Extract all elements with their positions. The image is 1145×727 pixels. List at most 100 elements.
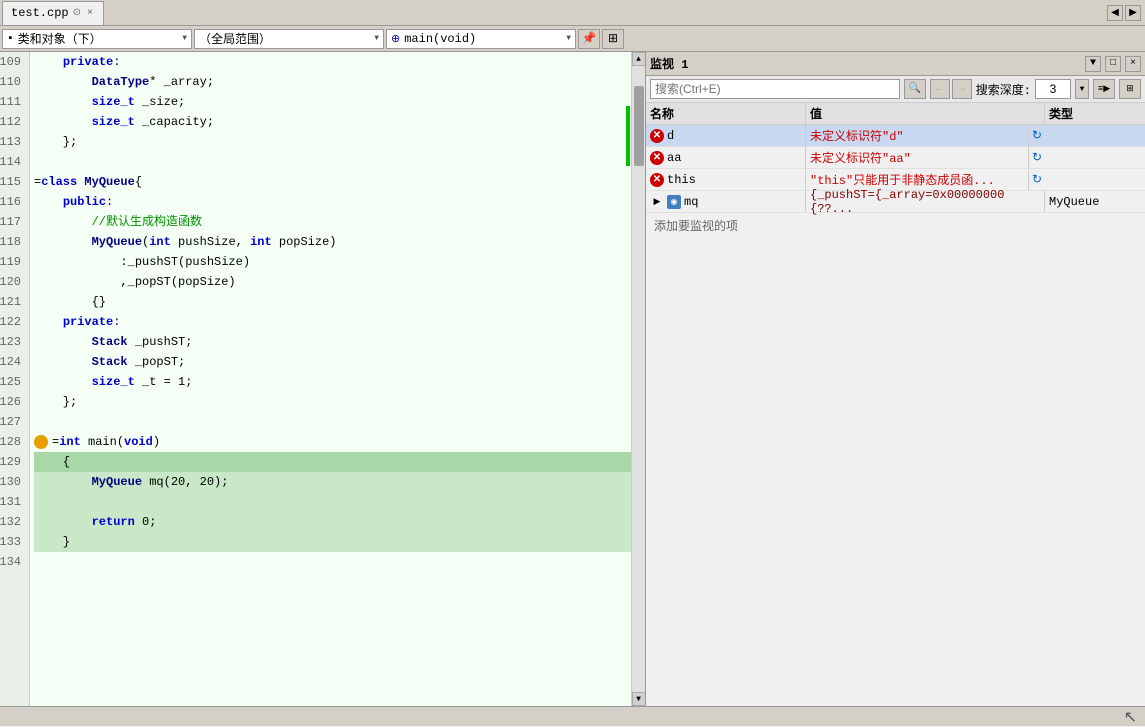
add-watch-link[interactable]: 添加要监视的项	[646, 213, 1145, 238]
class-dropdown[interactable]: ▪ 类和对象（下） ▼	[2, 29, 192, 49]
vertical-scrollbar[interactable]: ▲ ▼	[631, 52, 645, 706]
watch-nav-forward[interactable]: →	[952, 79, 972, 99]
watch-panel: 监视 1 ▼ □ × 🔍 ← → 搜索深度: ▼ ≡▶ ⊞ 名称 值 类型	[645, 52, 1145, 706]
scope-dropdown[interactable]: （全局范围） ▼	[194, 29, 384, 49]
code-line[interactable]: =int main(void)	[34, 432, 631, 452]
code-line[interactable]: {}	[34, 292, 631, 312]
line-number: 112	[0, 112, 25, 132]
code-text: //默认生成构造函数	[34, 212, 202, 232]
code-text: public:	[34, 192, 113, 212]
line-number: 115	[0, 172, 25, 192]
code-line[interactable]: }	[34, 532, 631, 552]
code-line[interactable]: };	[34, 392, 631, 412]
refresh-icon[interactable]: ↻	[1029, 150, 1045, 166]
line-number: 120	[0, 272, 25, 292]
tab-nav-left[interactable]: ◀	[1107, 5, 1123, 21]
code-line[interactable]: return 0;	[34, 512, 631, 532]
code-line[interactable]	[34, 152, 631, 172]
watch-search-input[interactable]	[650, 79, 900, 99]
func-dropdown[interactable]: ⊕ main(void) ▼	[386, 29, 576, 49]
scroll-down-button[interactable]: ▼	[632, 692, 646, 706]
line-number: 124	[0, 352, 25, 372]
scope-dropdown-arrow: ▼	[374, 34, 379, 43]
line-number: 131	[0, 492, 25, 512]
watch-action-btn1[interactable]: ≡▶	[1093, 79, 1115, 99]
cursor-icon: ↖	[1124, 707, 1137, 727]
code-line[interactable]: public:	[34, 192, 631, 212]
toolbar: ▪ 类和对象（下） ▼ （全局范围） ▼ ⊕ main(void) ▼ 📌 ⊞	[0, 26, 1145, 52]
line-number: 128	[0, 432, 25, 452]
tab-modified-icon: ⊙	[73, 7, 81, 19]
code-line[interactable]: MyQueue mq(20, 20);	[34, 472, 631, 492]
statusbar: ↖	[0, 706, 1145, 726]
line-number: 118	[0, 232, 25, 252]
change-indicator	[626, 106, 630, 166]
code-line[interactable]: =class MyQueue{	[34, 172, 631, 192]
watch-depth-input[interactable]	[1035, 79, 1071, 99]
line-number: 121	[0, 292, 25, 312]
code-line[interactable]: :_pushST(pushSize)	[34, 252, 631, 272]
code-text: =class MyQueue{	[34, 172, 142, 192]
scroll-up-button[interactable]: ▲	[632, 52, 646, 66]
watch-nav-back[interactable]: ←	[930, 79, 950, 99]
watch-row[interactable]: ✕aa未定义标识符"aa"↻	[646, 147, 1145, 169]
refresh-icon[interactable]: ↻	[1029, 172, 1045, 188]
line-number: 113	[0, 132, 25, 152]
line-number: 134	[0, 552, 25, 572]
watch-depth-arrow[interactable]: ▼	[1075, 79, 1089, 99]
code-text: size_t _t = 1;	[34, 372, 192, 392]
watch-action-btn2[interactable]: ⊞	[1119, 79, 1141, 99]
code-line[interactable]: ,_popST(popSize)	[34, 272, 631, 292]
class-dropdown-label: 类和对象（下）	[18, 30, 179, 47]
code-line[interactable]: size_t _capacity;	[34, 112, 631, 132]
code-line[interactable]: size_t _t = 1;	[34, 372, 631, 392]
line-number: 110	[0, 72, 25, 92]
watch-row-name-text: this	[667, 173, 696, 187]
watch-row-type: MyQueue	[1045, 191, 1145, 212]
watch-close-button[interactable]: ×	[1125, 56, 1141, 72]
code-line[interactable]	[34, 492, 631, 512]
watch-minimize-button[interactable]: ▼	[1085, 56, 1101, 72]
code-text: DataType* _array;	[34, 72, 214, 92]
pin-button[interactable]: 📌	[578, 29, 600, 49]
code-line[interactable]	[34, 412, 631, 432]
code-text: {	[34, 452, 70, 472]
expand-button[interactable]: ⊞	[602, 29, 624, 49]
code-text: size_t _size;	[34, 92, 185, 112]
watch-row-type	[1045, 169, 1145, 190]
watch-restore-button[interactable]: □	[1105, 56, 1121, 72]
code-line[interactable]: size_t _size;	[34, 92, 631, 112]
expand-icon[interactable]: ▶	[650, 195, 664, 209]
refresh-icon[interactable]: ↻	[1029, 128, 1045, 144]
watch-title: 监视 1	[650, 55, 1081, 72]
watch-row-value: 未定义标识符"d"	[806, 125, 1029, 146]
line-number: 119	[0, 252, 25, 272]
line-number: 116	[0, 192, 25, 212]
line-number: 111	[0, 92, 25, 112]
line-number: 109	[0, 52, 25, 72]
code-line[interactable]: Stack _popST;	[34, 352, 631, 372]
code-text: private:	[34, 312, 120, 332]
watch-search-button[interactable]: 🔍	[904, 79, 926, 99]
tab-test-cpp[interactable]: test.cpp ⊙ ×	[2, 1, 104, 25]
tab-nav-right[interactable]: ▶	[1125, 5, 1141, 21]
line-number: 129	[0, 452, 25, 472]
tab-close-button[interactable]: ×	[85, 7, 95, 20]
code-line[interactable]: };	[34, 132, 631, 152]
code-line[interactable]: MyQueue(int pushSize, int popSize)	[34, 232, 631, 252]
code-line[interactable]: DataType* _array;	[34, 72, 631, 92]
code-line[interactable]: Stack _pushST;	[34, 332, 631, 352]
watch-row[interactable]: ✕d未定义标识符"d"↻	[646, 125, 1145, 147]
watch-row[interactable]: ▶◉mq{_pushST={_array=0x00000000 {??...My…	[646, 191, 1145, 213]
code-text: }	[34, 532, 70, 552]
code-line[interactable]: private:	[34, 52, 631, 72]
code-line[interactable]: //默认生成构造函数	[34, 212, 631, 232]
code-line[interactable]: private:	[34, 312, 631, 332]
tab-bar: test.cpp ⊙ × ◀ ▶	[0, 0, 1145, 26]
scroll-thumb[interactable]	[634, 86, 644, 166]
code-line[interactable]	[34, 552, 631, 572]
line-number: 122	[0, 312, 25, 332]
line-number: 133	[0, 532, 25, 552]
code-line[interactable]: {	[34, 452, 631, 472]
watch-row-name: ▶◉mq	[646, 191, 806, 212]
